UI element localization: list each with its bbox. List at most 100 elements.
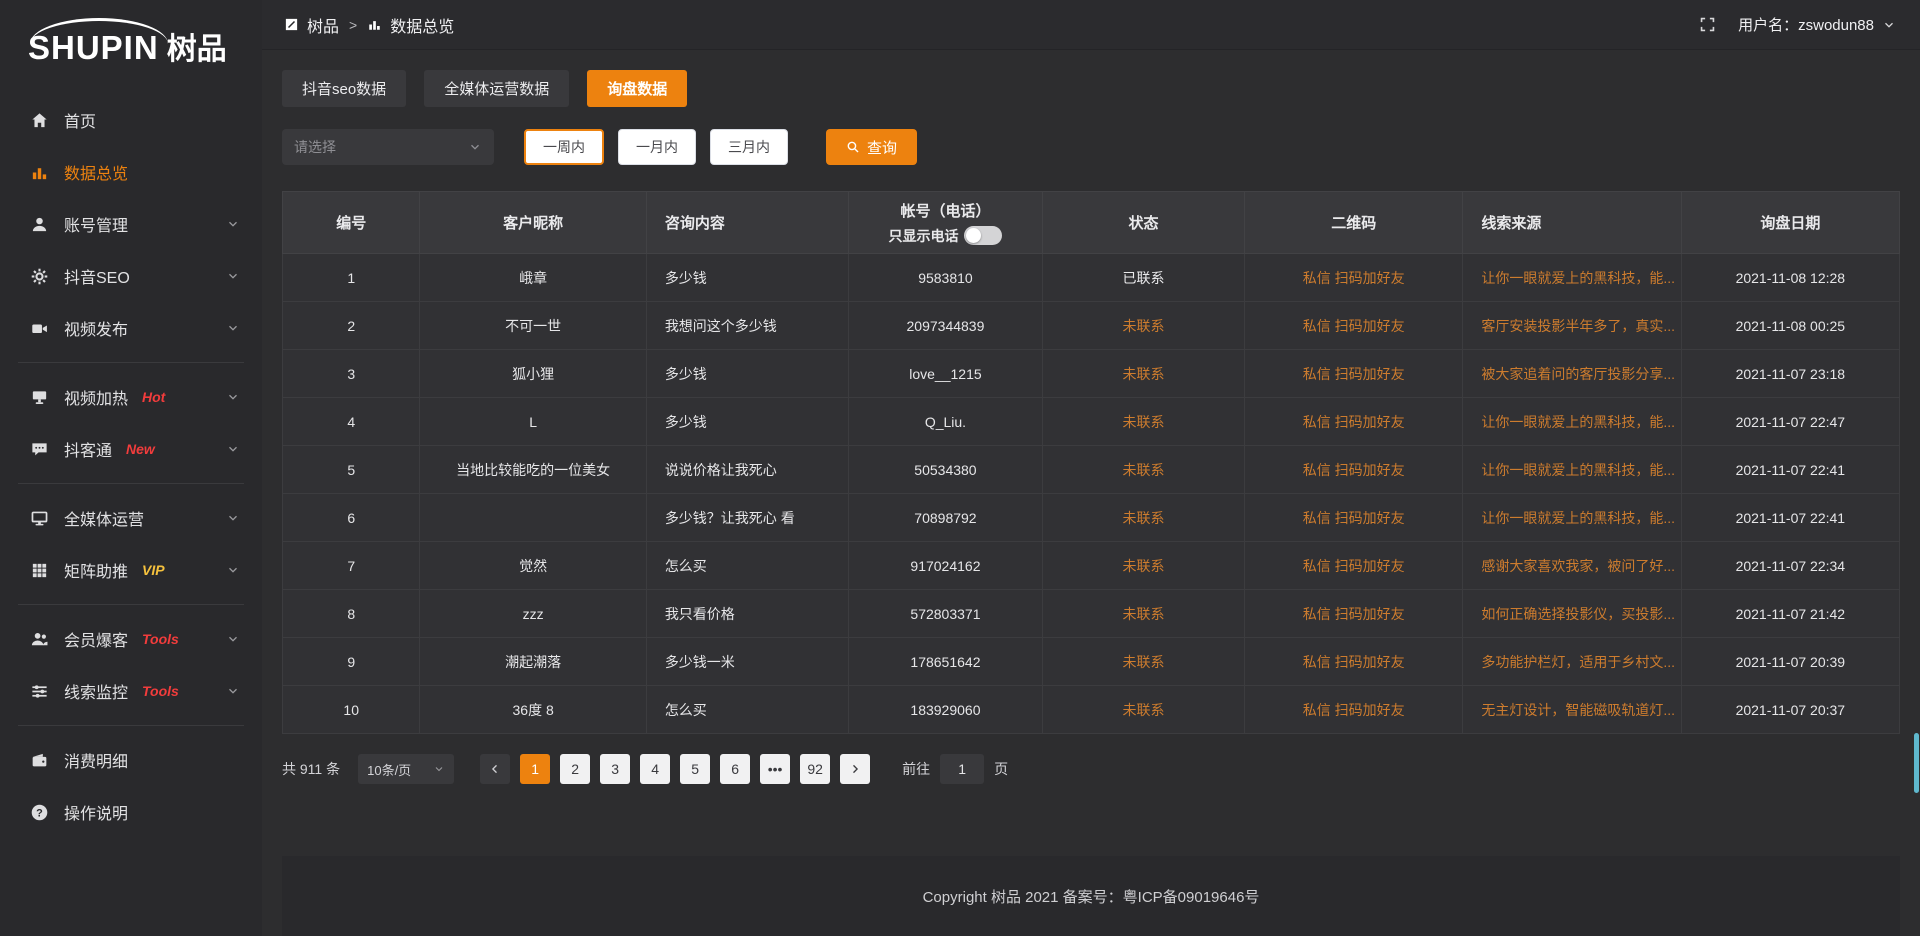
- cell-qrcode-link[interactable]: 私信 扫码加好友: [1245, 254, 1463, 302]
- table-row: 7 觉然 怎么买 917024162 未联系 私信 扫码加好友 感谢大家喜欢我家…: [283, 542, 1900, 590]
- chevron-left-icon: [489, 763, 501, 775]
- page-button-5[interactable]: 5: [680, 754, 710, 784]
- cell-qrcode-link[interactable]: 私信 扫码加好友: [1245, 446, 1463, 494]
- cell-date: 2021-11-08 12:28: [1681, 254, 1899, 302]
- cell-account: love__1215: [848, 350, 1042, 398]
- table-row: 6 多少钱？让我死心 看 70898792 未联系 私信 扫码加好友 让你一眼就…: [283, 494, 1900, 542]
- col-header-status: 状态: [1042, 192, 1244, 254]
- page-button-6[interactable]: 6: [720, 754, 750, 784]
- sidebar-item-label: 线索监控: [64, 679, 128, 703]
- breadcrumb-root[interactable]: 树品: [307, 13, 339, 37]
- sidebar-item-member-burst[interactable]: 会员爆客 Tools: [0, 613, 262, 665]
- breadcrumb-current[interactable]: 数据总览: [390, 13, 454, 37]
- cell-qrcode-link[interactable]: 私信 扫码加好友: [1245, 302, 1463, 350]
- page-button-3[interactable]: 3: [600, 754, 630, 784]
- copyright-text: Copyright 树品 2021 备案号：粤ICP备09019646号: [923, 886, 1260, 907]
- goto-page-input[interactable]: [940, 754, 984, 784]
- tab-inquiry-data[interactable]: 询盘数据: [587, 70, 687, 107]
- cell-source-link[interactable]: 如何正确选择投影仪，买投影...: [1463, 590, 1681, 638]
- page-button-2[interactable]: 2: [560, 754, 590, 784]
- account-select[interactable]: 请选择: [282, 129, 494, 165]
- cell-source-link[interactable]: 无主灯设计，智能磁吸轨道灯...: [1463, 686, 1681, 734]
- range-one-month-button[interactable]: 一月内: [618, 129, 696, 165]
- sidebar-item-video-heat[interactable]: 视频加热 Hot: [0, 371, 262, 423]
- cell-qrcode-link[interactable]: 私信 扫码加好友: [1245, 542, 1463, 590]
- cell-content: 多少钱一米: [646, 638, 848, 686]
- cell-qrcode-link[interactable]: 私信 扫码加好友: [1245, 686, 1463, 734]
- fullscreen-icon[interactable]: [1699, 16, 1716, 33]
- cell-content: 我想问这个多少钱: [646, 302, 848, 350]
- sidebar-item-data-overview[interactable]: 数据总览: [0, 146, 262, 198]
- col-header-source: 线索来源: [1463, 192, 1681, 254]
- tab-douyin-seo-data[interactable]: 抖音seo数据: [282, 70, 406, 107]
- cell-source-link[interactable]: 客厅安装投影半年多了，真实...: [1463, 302, 1681, 350]
- page-button-4[interactable]: 4: [640, 754, 670, 784]
- sidebar-item-omnimedia[interactable]: 全媒体运营: [0, 492, 262, 544]
- cell-account: 2097344839: [848, 302, 1042, 350]
- page-button-92[interactable]: 92: [800, 754, 830, 784]
- cell-qrcode-link[interactable]: 私信 扫码加好友: [1245, 590, 1463, 638]
- cell-qrcode-link[interactable]: 私信 扫码加好友: [1245, 398, 1463, 446]
- cell-content: 我只看价格: [646, 590, 848, 638]
- page-ellipsis-button[interactable]: •••: [760, 754, 790, 784]
- cell-source-link[interactable]: 多功能护栏灯，适用于乡村文...: [1463, 638, 1681, 686]
- monitor-icon: [30, 509, 49, 528]
- table-row: 5 当地比较能吃的一位美女 说说价格让我死心 50534380 未联系 私信 扫…: [283, 446, 1900, 494]
- sidebar-item-lead-monitor[interactable]: 线索监控 Tools: [0, 665, 262, 717]
- date-range-group: 一周内 一月内 三月内: [524, 129, 788, 165]
- page-button-1[interactable]: 1: [520, 754, 550, 784]
- sidebar-divider: [18, 483, 244, 484]
- sidebar-item-instructions[interactable]: ? 操作说明: [0, 786, 262, 838]
- total-count-label: 共 911 条: [282, 759, 340, 779]
- col-header-account-label: 帐号（电话）: [900, 200, 990, 221]
- cell-source-link[interactable]: 让你一眼就爱上的黑科技，能...: [1463, 494, 1681, 542]
- table-row: 9 潮起潮落 多少钱一米 178651642 未联系 私信 扫码加好友 多功能护…: [283, 638, 1900, 686]
- cell-source-link[interactable]: 让你一眼就爱上的黑科技，能...: [1463, 398, 1681, 446]
- cell-qrcode-link[interactable]: 私信 扫码加好友: [1245, 494, 1463, 542]
- sidebar-item-douketong[interactable]: 抖客通 New: [0, 423, 262, 475]
- cell-account: 50534380: [848, 446, 1042, 494]
- cell-no: 2: [283, 302, 420, 350]
- inquiry-table: 编号 客户昵称 咨询内容 帐号（电话） 只显示电话 状态 二维码: [282, 191, 1900, 734]
- range-three-month-button[interactable]: 三月内: [710, 129, 788, 165]
- prev-page-button[interactable]: [480, 754, 510, 784]
- user-menu[interactable]: 用户名：zswodun88: [1738, 14, 1896, 35]
- query-button[interactable]: 查询: [826, 129, 917, 165]
- cell-source-link[interactable]: 感谢大家喜欢我家，被问了好...: [1463, 542, 1681, 590]
- cell-nickname: 36度 8: [420, 686, 646, 734]
- breadcrumb-separator: >: [349, 17, 357, 33]
- main-area: 树品 > 数据总览 用户名：zswodun88 抖音seo数据 全媒体运营数据 …: [262, 0, 1920, 936]
- cell-nickname: L: [420, 398, 646, 446]
- table-row: 1 峨章 多少钱 9583810 已联系 私信 扫码加好友 让你一眼就爱上的黑科…: [283, 254, 1900, 302]
- sidebar-item-expense-detail[interactable]: 消费明细: [0, 734, 262, 786]
- cell-status: 未联系: [1042, 542, 1244, 590]
- sidebar-item-matrix-boost[interactable]: 矩阵助推 VIP: [0, 544, 262, 596]
- phone-only-toggle[interactable]: [964, 226, 1002, 245]
- sidebar-item-label: 消费明细: [64, 748, 128, 772]
- sidebar-item-home[interactable]: 首页: [0, 94, 262, 146]
- filter-bar: 请选择 一周内 一月内 三月内 查询: [282, 129, 1900, 165]
- range-one-week-button[interactable]: 一周内: [524, 129, 604, 165]
- scrollbar-thumb[interactable]: [1914, 733, 1919, 793]
- cell-source-link[interactable]: 让你一眼就爱上的黑科技，能...: [1463, 446, 1681, 494]
- sidebar-item-douyin-seo[interactable]: 抖音SEO: [0, 250, 262, 302]
- cell-source-link[interactable]: 被大家追着问的客厅投影分享...: [1463, 350, 1681, 398]
- cell-qrcode-link[interactable]: 私信 扫码加好友: [1245, 638, 1463, 686]
- cell-source-link[interactable]: 让你一眼就爱上的黑科技，能...: [1463, 254, 1681, 302]
- tab-omnimedia-data[interactable]: 全媒体运营数据: [424, 70, 569, 107]
- sidebar-item-account[interactable]: 账号管理: [0, 198, 262, 250]
- cell-status: 未联系: [1042, 350, 1244, 398]
- chevron-down-icon: [226, 442, 240, 456]
- cell-qrcode-link[interactable]: 私信 扫码加好友: [1245, 350, 1463, 398]
- sidebar-item-label: 视频加热: [64, 385, 128, 409]
- cell-account: 70898792: [848, 494, 1042, 542]
- sidebar-item-video-publish[interactable]: 视频发布: [0, 302, 262, 354]
- page-size-select[interactable]: 10条/页: [358, 754, 454, 784]
- sidebar-divider: [18, 725, 244, 726]
- chevron-down-icon: [226, 321, 240, 335]
- users-icon: [30, 630, 49, 649]
- question-circle-icon: ?: [30, 803, 49, 822]
- cell-status: 未联系: [1042, 398, 1244, 446]
- next-page-button[interactable]: [840, 754, 870, 784]
- sidebar-item-label: 会员爆客: [64, 627, 128, 651]
